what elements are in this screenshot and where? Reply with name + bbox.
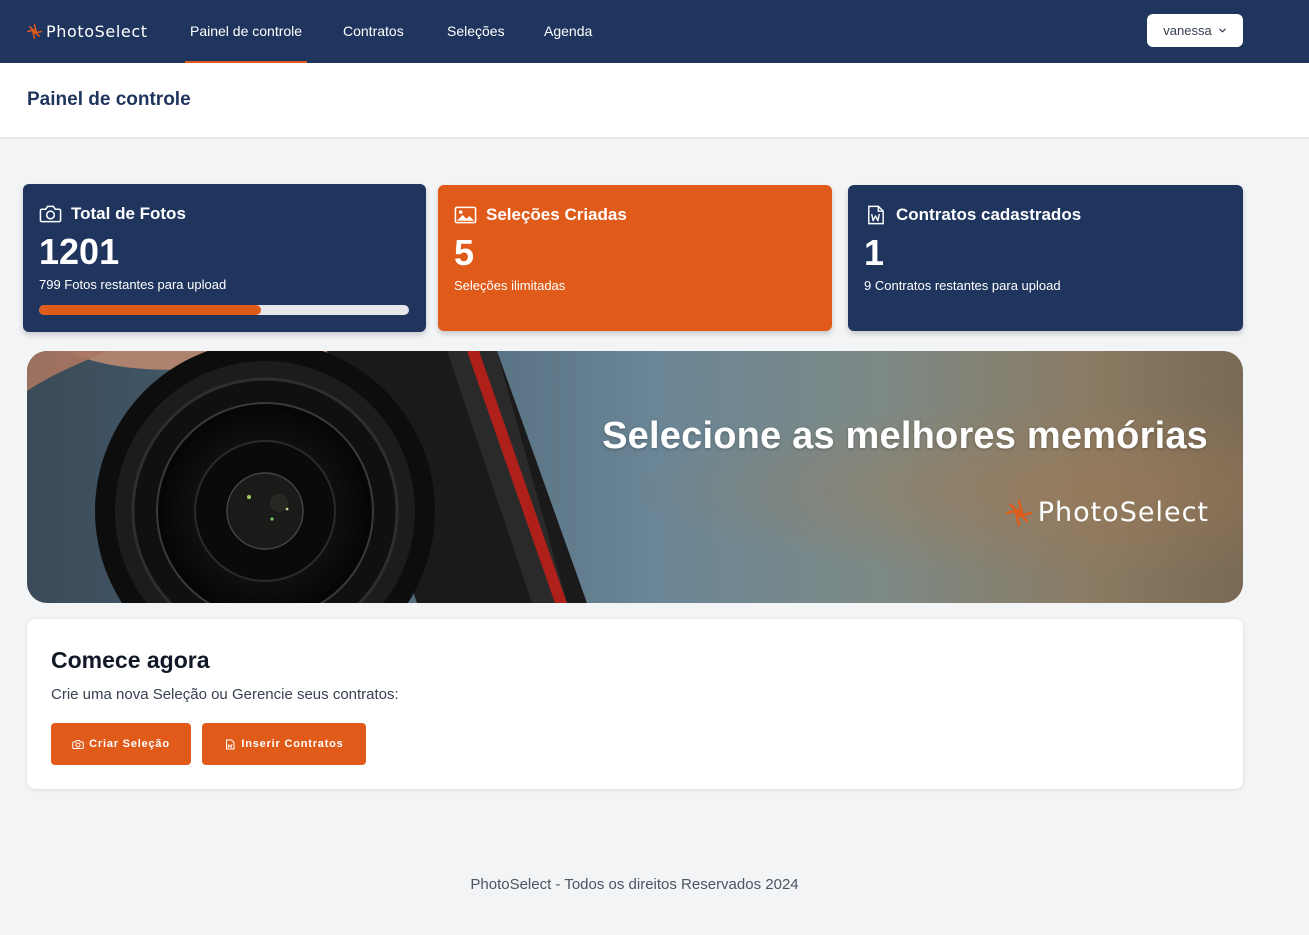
brand-name: PhotoSelect bbox=[46, 21, 148, 41]
stat-label: Seleções Criadas bbox=[486, 205, 627, 224]
stat-value: 1 bbox=[864, 232, 885, 273]
insert-contracts-button[interactable]: Inserir Contratos bbox=[202, 723, 366, 765]
camera-icon bbox=[39, 205, 62, 223]
footer-copyright: PhotoSelect - Todos os direitos Reservad… bbox=[470, 876, 799, 893]
create-selection-button[interactable]: Criar Seleção bbox=[51, 723, 191, 765]
upload-progress-bar bbox=[39, 305, 409, 315]
nav-item-selecoes[interactable]: Seleções bbox=[447, 0, 505, 63]
top-navbar: PhotoSelect Painel de controle Contratos… bbox=[0, 0, 1309, 63]
page-title: Painel de controle bbox=[27, 89, 191, 110]
stat-subtext: 799 Fotos restantes para upload bbox=[39, 277, 227, 292]
upload-progress-fill bbox=[39, 305, 261, 315]
nav-item-contratos[interactable]: Contratos bbox=[343, 0, 404, 63]
stat-label: Total de Fotos bbox=[71, 204, 186, 223]
banner-logo: PhotoSelect bbox=[1004, 497, 1209, 528]
stat-subtext: 9 Contratos restantes para upload bbox=[864, 278, 1061, 293]
banner-title: Selecione as melhores memórias bbox=[602, 415, 1208, 457]
camera-lens-image bbox=[27, 351, 1243, 603]
shutter-logo-icon bbox=[1005, 499, 1032, 526]
hero-banner: Selecione as melhores memórias PhotoSele… bbox=[27, 351, 1243, 603]
user-name: vanessa bbox=[1163, 23, 1212, 38]
image-icon bbox=[454, 206, 477, 224]
stat-card-selections: Seleções Criadas 5 Seleções ilimitadas bbox=[438, 185, 832, 331]
start-now-panel: Comece agora Crie uma nova Seleção ou Ge… bbox=[27, 619, 1243, 789]
stat-subtext: Seleções ilimitadas bbox=[454, 278, 566, 293]
nav-item-agenda[interactable]: Agenda bbox=[544, 0, 592, 63]
brand-logo[interactable]: PhotoSelect bbox=[26, 19, 148, 43]
chevron-down-icon bbox=[1218, 28, 1226, 33]
nav-item-painel[interactable]: Painel de controle bbox=[184, 0, 308, 63]
button-label: Criar Seleção bbox=[89, 738, 170, 750]
stat-label: Contratos cadastrados bbox=[896, 205, 1082, 224]
banner-logo-text: PhotoSelect bbox=[1037, 497, 1209, 528]
user-menu-button[interactable]: vanessa bbox=[1147, 14, 1243, 47]
stat-value: 1201 bbox=[39, 231, 120, 272]
button-label: Inserir Contratos bbox=[241, 738, 344, 750]
stat-card-photos: Total de Fotos 1201 799 Fotos restantes … bbox=[23, 184, 426, 332]
page-header: Painel de controle bbox=[0, 63, 1309, 137]
stat-card-contracts: Contratos cadastrados 1 9 Contratos rest… bbox=[848, 185, 1243, 331]
stat-value: 5 bbox=[454, 232, 475, 273]
shutter-logo-icon bbox=[26, 23, 43, 39]
document-word-icon bbox=[226, 739, 235, 749]
section-title: Comece agora bbox=[51, 647, 210, 673]
section-description: Crie uma nova Seleção ou Gerencie seus c… bbox=[51, 686, 399, 703]
camera-icon bbox=[72, 739, 84, 749]
document-word-icon bbox=[868, 205, 884, 225]
